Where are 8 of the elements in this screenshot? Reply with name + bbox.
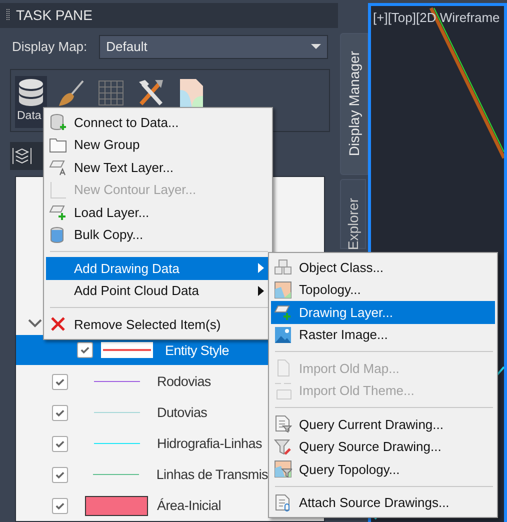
layer-name: Hidrografia-Linhas [157,436,262,451]
layer-name: Dutovias [157,405,208,420]
display-map-label: Display Map: [12,39,88,54]
layer-name: Entity Style [165,342,229,358]
layer-name: Área-Inicial [157,498,221,513]
pane-title: TASK PANE [16,7,93,24]
layer-name: Rodovias [157,374,211,389]
layer-name: Linhas de Transmis [156,467,268,482]
